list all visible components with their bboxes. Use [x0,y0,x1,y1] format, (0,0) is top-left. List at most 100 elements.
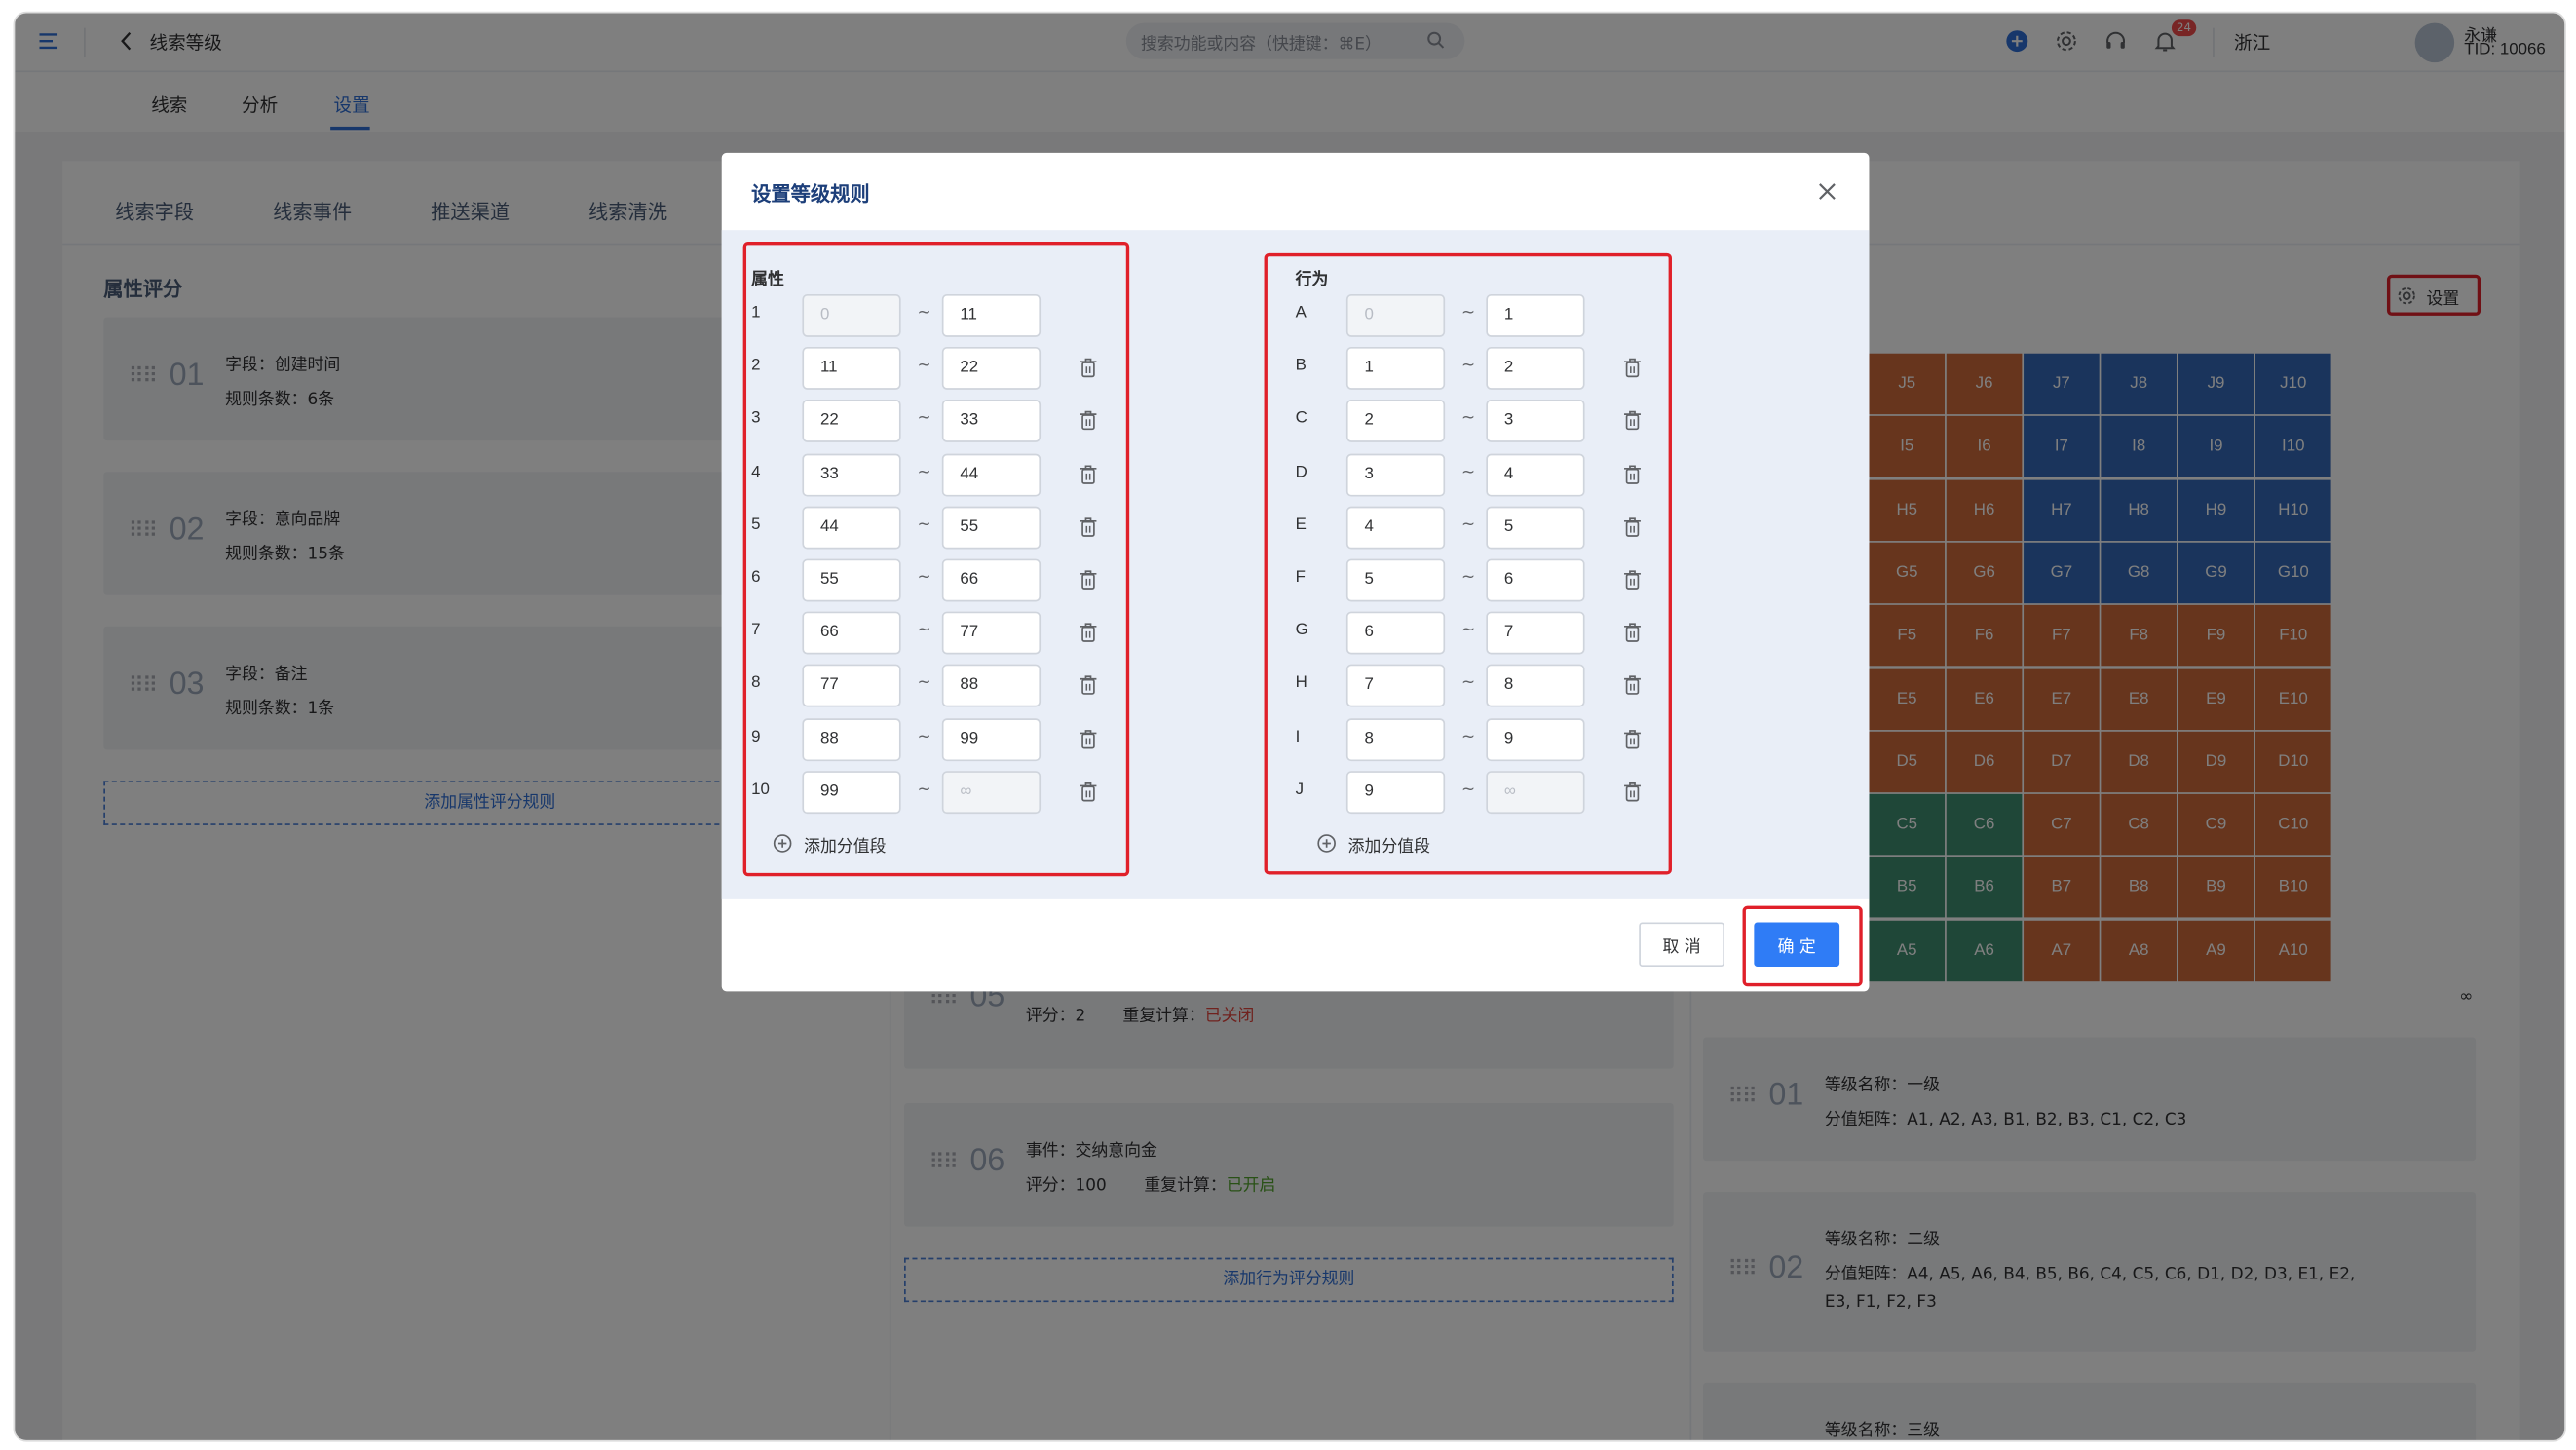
range-to-input[interactable]: 77 [941,611,1042,655]
range-from-input[interactable]: 55 [802,558,901,602]
delete-range-icon[interactable] [1622,463,1642,484]
delete-range-icon[interactable] [1622,674,1642,696]
add-circle-icon [1317,834,1336,853]
range-separator: ~ [917,781,931,799]
range-to-input[interactable]: 1 [1486,293,1585,337]
delete-range-icon[interactable] [1079,781,1098,802]
range-row-label: A [1295,304,1307,323]
range-row-label: 2 [751,357,761,375]
delete-range-icon[interactable] [1079,357,1098,378]
range-separator: ~ [917,568,931,588]
range-row-label: 8 [751,674,761,693]
range-separator: ~ [1461,409,1476,429]
range-from-input[interactable]: 9 [1345,770,1446,814]
range-to-input[interactable]: 8 [1486,665,1585,708]
add-range-label: 添加分值段 [804,838,887,857]
range-separator: ~ [917,409,931,429]
range-from-input: 0 [802,293,901,337]
grade-rule-dialog: 设置等级规则 属性 行为 1 0 ~11 2 11 ~22 3 22 ~33 4 33 ~44 5 44 ~… [721,152,1870,992]
dialog-body: 属性 行为 1 0 ~11 2 11 ~22 3 22 ~33 4 33 ~44 5 44 ~55 6 55 ~6… [721,230,1870,899]
range-separator: ~ [1461,568,1476,588]
delete-range-icon[interactable] [1622,410,1642,432]
range-from-input[interactable]: 22 [802,400,901,443]
delete-range-icon[interactable] [1079,410,1098,432]
range-to-input[interactable]: 7 [1486,611,1585,655]
range-from-input[interactable]: 7 [1345,665,1446,708]
cancel-button[interactable]: 取 消 [1639,922,1724,968]
dialog-title: 设置等级规则 [751,182,870,206]
delete-range-icon[interactable] [1079,674,1098,696]
range-from-input[interactable]: 77 [802,665,901,708]
range-to-input[interactable]: 3 [1486,400,1585,443]
range-row-label: F [1295,568,1306,588]
range-row-label: 6 [751,568,761,588]
range-row-label: C [1295,409,1307,429]
range-row-label: E [1295,515,1307,534]
range-from-input[interactable]: 2 [1345,400,1446,443]
range-to-input[interactable]: 44 [941,452,1042,496]
range-to-input[interactable]: 22 [941,347,1042,391]
range-from-input[interactable]: 33 [802,452,901,496]
range-row-label: H [1295,674,1307,693]
range-to-input[interactable]: 5 [1486,506,1585,550]
range-row-label: 10 [751,781,770,799]
delete-range-icon[interactable] [1079,622,1098,643]
delete-range-icon[interactable] [1622,515,1642,537]
delete-range-icon[interactable] [1079,728,1098,749]
range-separator: ~ [917,304,931,323]
range-row-label: 7 [751,622,761,640]
range-from-input[interactable]: 6 [1345,611,1446,655]
range-to-input[interactable]: 88 [941,665,1042,708]
range-from-input[interactable]: 5 [1345,558,1446,602]
range-to-input[interactable]: 11 [941,293,1042,337]
range-to-input[interactable]: 2 [1486,347,1585,391]
range-separator: ~ [1461,515,1476,534]
range-from-input[interactable]: 88 [802,717,901,761]
delete-range-icon[interactable] [1622,622,1642,643]
range-from-input[interactable]: 99 [802,770,901,814]
range-separator: ~ [917,463,931,481]
range-row-label: J [1295,781,1305,799]
range-from-input[interactable]: 4 [1345,506,1446,550]
range-row-label: G [1295,622,1308,640]
range-from-input: 0 [1345,293,1446,337]
range-to-input[interactable]: 66 [941,558,1042,602]
range-from-input[interactable]: 8 [1345,717,1446,761]
range-separator: ~ [1461,727,1476,746]
delete-range-icon[interactable] [1622,728,1642,749]
delete-range-icon[interactable] [1622,569,1642,591]
range-to-input[interactable]: 33 [941,400,1042,443]
range-to-input[interactable]: 55 [941,506,1042,550]
range-from-input[interactable]: 3 [1345,452,1446,496]
attribute-range-list: 1 0 ~11 2 11 ~22 3 22 ~33 4 33 ~44 5 44 ~55 6 55 ~66 7 66 ~7… [722,230,1215,899]
range-separator: ~ [917,674,931,693]
range-to-input[interactable]: 6 [1486,558,1585,602]
range-separator: ~ [1461,357,1476,375]
range-to-input: ∞ [941,770,1042,814]
range-separator: ~ [1461,304,1476,323]
range-to-input[interactable]: 9 [1486,717,1585,761]
range-row-label: 3 [751,409,761,429]
range-row-label: 5 [751,515,761,534]
delete-range-icon[interactable] [1622,357,1642,378]
delete-range-icon[interactable] [1079,569,1098,591]
range-to-input[interactable]: 4 [1486,452,1585,496]
range-separator: ~ [917,515,931,534]
app-window: 线索等级 搜索功能或内容（快捷键：⌘E） 24 浙江 永谦 TID: 10066… [13,11,2566,1442]
delete-range-icon[interactable] [1079,463,1098,484]
confirm-button[interactable]: 确 定 [1754,922,1840,968]
range-from-input[interactable]: 44 [802,506,901,550]
delete-range-icon[interactable] [1622,781,1642,802]
range-from-input[interactable]: 66 [802,611,901,655]
range-row-label: 9 [751,727,761,746]
range-to-input[interactable]: 99 [941,717,1042,761]
add-range-label: 添加分值段 [1347,838,1430,857]
range-from-input[interactable]: 11 [802,347,901,391]
range-separator: ~ [1461,781,1476,799]
delete-range-icon[interactable] [1079,515,1098,537]
range-row-label: B [1295,357,1307,375]
close-icon[interactable] [1818,182,1837,201]
range-row-label: I [1295,727,1301,746]
range-to-input: ∞ [1486,770,1585,814]
range-from-input[interactable]: 1 [1345,347,1446,391]
